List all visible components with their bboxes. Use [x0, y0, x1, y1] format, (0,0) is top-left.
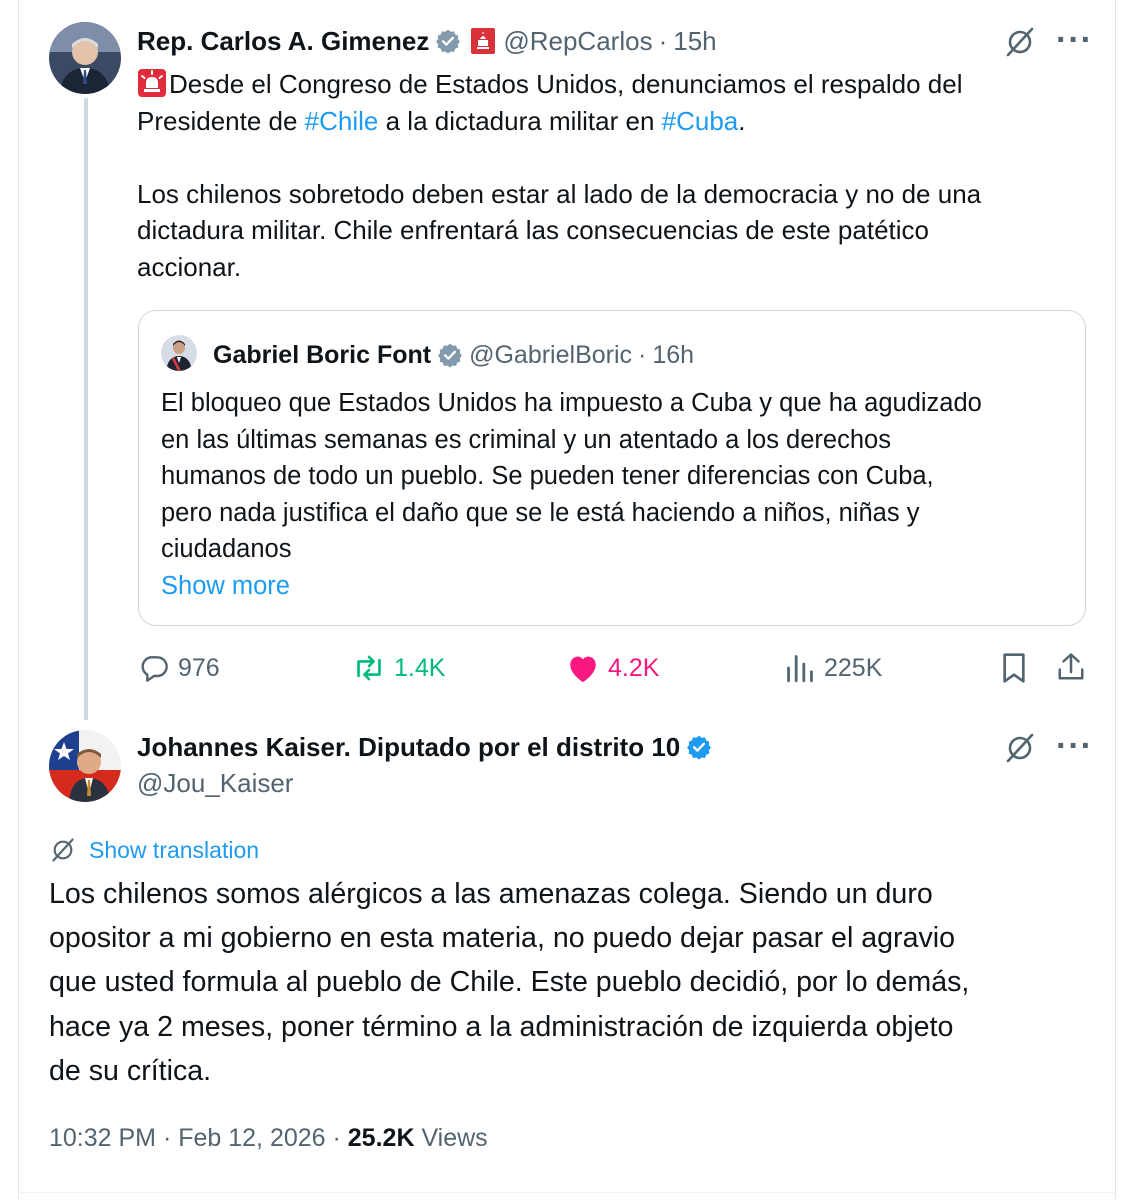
- quoted-line: ciudadanos: [161, 535, 292, 564]
- quoted-line: El bloqueo que Estados Unidos ha impuest…: [161, 389, 982, 417]
- like-count: 4.2K: [608, 653, 660, 682]
- verified-badge-icon: [437, 342, 463, 368]
- siren-icon: [137, 68, 167, 98]
- repost-count: 1.4K: [394, 653, 446, 682]
- avatar[interactable]: [161, 335, 197, 371]
- quoted-tweet[interactable]: Gabriel Boric Font @GabrielBoric · 16h E…: [138, 310, 1086, 626]
- reply-button[interactable]: 976: [138, 652, 220, 684]
- repost-icon: [352, 652, 386, 684]
- tweet-line: hace ya 2 meses, poner término a la admi…: [49, 1010, 954, 1043]
- reply-icon: [138, 652, 170, 684]
- tweet-text-segment: Desde el Congreso de Estados Unidos, den…: [169, 69, 963, 99]
- separator-dot: ·: [658, 25, 668, 56]
- tweet-line: Desde el Congreso de Estados Unidos, den…: [137, 66, 1077, 103]
- tweet-body: Desde el Congreso de Estados Unidos, den…: [137, 66, 1077, 285]
- reply-count: 976: [178, 653, 220, 682]
- grok-icon[interactable]: [1004, 732, 1036, 764]
- tweet-line: Presidente de #Chile a la dictadura mili…: [137, 103, 1077, 140]
- like-button[interactable]: 4.2K: [566, 652, 659, 684]
- thread-connector: [84, 98, 88, 720]
- like-icon: [566, 652, 600, 684]
- tweet-line: Los chilenos sobretodo deben estar al la…: [137, 178, 982, 209]
- capitol-flag-icon: [471, 28, 496, 54]
- quoted-header: Gabriel Boric Font @GabrielBoric · 16h: [213, 339, 694, 371]
- grok-icon[interactable]: [1004, 26, 1036, 58]
- show-translation-label: Show translation: [89, 836, 260, 863]
- tweet-line: de su crítica.: [49, 1054, 212, 1087]
- more-icon[interactable]: ···: [1056, 23, 1093, 57]
- tweet-line: accionar.: [137, 251, 242, 282]
- timestamp-link[interactable]: 10:32 PM · Feb 12, 2026 ·: [49, 1124, 348, 1152]
- show-more-link[interactable]: Show more: [161, 568, 982, 605]
- author-name[interactable]: Johannes Kaiser. Diputado por el distrit…: [137, 732, 680, 763]
- tweet-header: Rep. Carlos A. Gimenez @RepCarlos · 15h: [137, 24, 717, 58]
- quoted-line: pero nada justifica el daño que se le es…: [161, 498, 920, 527]
- tweet-meta: 10:32 PM · Feb 12, 2026 · 25.2K Views: [49, 1124, 488, 1153]
- repost-button[interactable]: 1.4K: [352, 652, 445, 684]
- tweet-time[interactable]: 15h: [673, 26, 716, 57]
- views-count: 225K: [824, 653, 883, 682]
- views-icon: [786, 652, 814, 684]
- quoted-author-name[interactable]: Gabriel Boric Font: [213, 341, 431, 370]
- share-icon[interactable]: [1056, 650, 1086, 684]
- separator-dot: ·: [638, 340, 647, 369]
- tweet-line: opositor a mi gobierno en esta materia, …: [49, 922, 956, 955]
- verified-badge-icon: [435, 28, 461, 54]
- quoted-author-handle[interactable]: @GabrielBoric: [469, 341, 632, 370]
- quoted-tweet-time[interactable]: 16h: [652, 341, 694, 370]
- tweet-line: Los chilenos somos alérgicos a las amena…: [49, 878, 933, 910]
- bookmark-icon[interactable]: [1000, 652, 1028, 684]
- views-total: 25.2K: [347, 1124, 415, 1152]
- show-translation-button[interactable]: Show translation: [49, 836, 259, 864]
- quoted-line: en las últimas semanas es criminal y un …: [161, 425, 891, 454]
- quoted-body: El bloqueo que Estados Unidos ha impuest…: [161, 385, 982, 605]
- views-button[interactable]: 225K: [786, 652, 882, 684]
- author-name[interactable]: Rep. Carlos A. Gimenez: [137, 26, 429, 57]
- hashtag-link[interactable]: #Cuba: [662, 106, 739, 136]
- tweet-text-segment: a la dictadura militar en: [378, 105, 662, 136]
- verified-badge-icon: [686, 734, 712, 760]
- tweet-line: que usted formula al pueblo de Chile. Es…: [49, 966, 970, 999]
- tweet-text-segment: .: [738, 105, 746, 136]
- author-handle[interactable]: @RepCarlos: [503, 26, 652, 57]
- main-tweet-body: Los chilenos somos alérgicos a las amena…: [49, 872, 969, 1093]
- views-label: Views: [414, 1124, 488, 1152]
- translate-icon: [49, 836, 77, 864]
- avatar[interactable]: [49, 730, 121, 802]
- hashtag-link[interactable]: #Chile: [305, 106, 379, 136]
- tweet-header: Johannes Kaiser. Diputado por el distrit…: [137, 730, 718, 764]
- tweet-line: dictadura militar. Chile enfrentará las …: [137, 215, 929, 245]
- author-handle[interactable]: @Jou_Kaiser: [137, 768, 293, 799]
- quoted-line: humanos de todo un pueblo. Se pueden ten…: [161, 462, 934, 491]
- more-icon[interactable]: ···: [1056, 729, 1093, 763]
- tweet-text-segment: Presidente de: [137, 105, 305, 136]
- footer-divider: [19, 1192, 1115, 1193]
- avatar[interactable]: [49, 22, 121, 94]
